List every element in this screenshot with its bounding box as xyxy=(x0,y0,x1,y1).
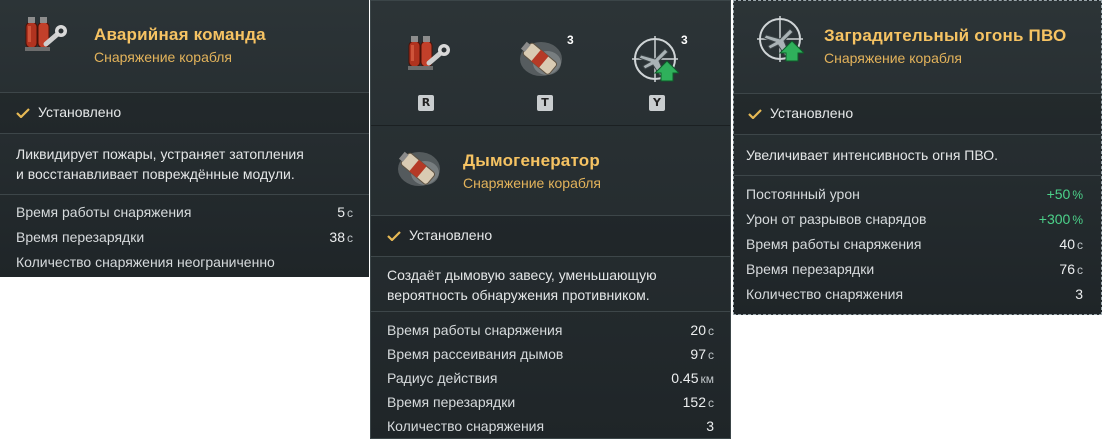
damage-control-icon xyxy=(403,33,451,77)
stat-label: Время перезарядки xyxy=(387,394,516,410)
stat-label: Время работы снаряжения xyxy=(16,204,192,220)
installed-status: Установлено xyxy=(409,227,493,243)
installed-status: Установлено xyxy=(38,104,122,120)
equipment-slot-damage-control[interactable]: R xyxy=(393,29,459,113)
panel-title: Заградительный огонь ПВО xyxy=(824,26,1067,45)
stat-value: 40 с xyxy=(1059,236,1083,252)
damage-control-panel: Аварийная команда Снаряжение корабля Уст… xyxy=(0,0,369,277)
smoke-generator-icon xyxy=(396,148,441,187)
aa-barrage-icon xyxy=(756,15,804,63)
check-icon xyxy=(16,108,30,118)
stat-value: 76 с xyxy=(1059,261,1083,277)
panel-title: Аварийная команда xyxy=(94,25,266,44)
description-line: вероятность обнаружения противником. xyxy=(387,287,650,303)
stat-label: Количество снаряжения неограниченно xyxy=(16,254,275,270)
stat-value: 20 с xyxy=(690,322,714,338)
check-icon xyxy=(387,231,401,241)
hotkey-badge: Y xyxy=(649,95,665,111)
description-line: Ликвидирует пожары, устраняет затопления xyxy=(16,146,304,162)
description: Создаёт дымовую завесу, уменьшающую веро… xyxy=(387,265,657,305)
stat-value: 0.45 км xyxy=(671,370,714,386)
stat-label: Радиус действия xyxy=(387,370,498,386)
stat-label: Время работы снаряжения xyxy=(387,322,563,338)
description: Увеличивает интенсивность огня ПВО. xyxy=(746,145,998,165)
damage-control-icon xyxy=(20,14,68,58)
stat-value-positive: +300% xyxy=(1038,211,1083,227)
smoke-generator-icon xyxy=(518,38,563,77)
check-icon xyxy=(748,109,762,119)
stat-value: 3 xyxy=(706,418,714,434)
aa-barrage-icon xyxy=(631,35,679,83)
stat-value: 3 xyxy=(1075,286,1083,302)
charges-count: 3 xyxy=(681,33,688,47)
charges-count: 3 xyxy=(567,33,574,47)
stat-label: Постоянный урон xyxy=(746,186,860,202)
stat-value: 38 с xyxy=(329,229,353,245)
smoke-generator-panel: R 3 T 3 Y Дымогенератор Снаряжение кораб… xyxy=(370,0,731,439)
stat-label: Количество снаряжения xyxy=(387,418,545,434)
hotkey-badge: T xyxy=(537,95,553,111)
description-line: Создаёт дымовую завесу, уменьшающую xyxy=(387,267,657,283)
equipment-slot-smoke-generator[interactable]: 3 T xyxy=(511,29,577,113)
panel-title: Дымогенератор xyxy=(463,151,600,170)
description: Ликвидирует пожары, устраняет затопления… xyxy=(16,144,304,184)
aa-barrage-panel: Заградительный огонь ПВО Снаряжение кора… xyxy=(733,0,1102,315)
stat-value-positive: +50% xyxy=(1046,186,1083,202)
stat-value: 97 с xyxy=(690,346,714,362)
stat-label: Время перезарядки xyxy=(16,229,145,245)
description-line: Увеличивает интенсивность огня ПВО. xyxy=(746,147,999,163)
panel-subtitle: Снаряжение корабля xyxy=(824,50,962,66)
description-line: и восстанавливает повреждённые модули. xyxy=(16,166,295,182)
equipment-slot-aa-barrage[interactable]: 3 Y xyxy=(627,29,693,113)
hotkey-badge: R xyxy=(418,95,434,111)
installed-status: Установлено xyxy=(770,105,854,121)
stat-label: Количество снаряжения xyxy=(746,286,904,302)
stat-label: Урон от разрывов снарядов xyxy=(746,211,927,227)
stat-label: Время работы снаряжения xyxy=(746,236,922,252)
stat-label: Время рассеивания дымов xyxy=(387,346,564,362)
panel-subtitle: Снаряжение корабля xyxy=(463,175,601,191)
stat-value: 152 с xyxy=(682,394,714,410)
stat-value: 5с xyxy=(337,204,353,220)
stat-label: Время перезарядки xyxy=(746,261,875,277)
panel-subtitle: Снаряжение корабля xyxy=(94,49,232,65)
